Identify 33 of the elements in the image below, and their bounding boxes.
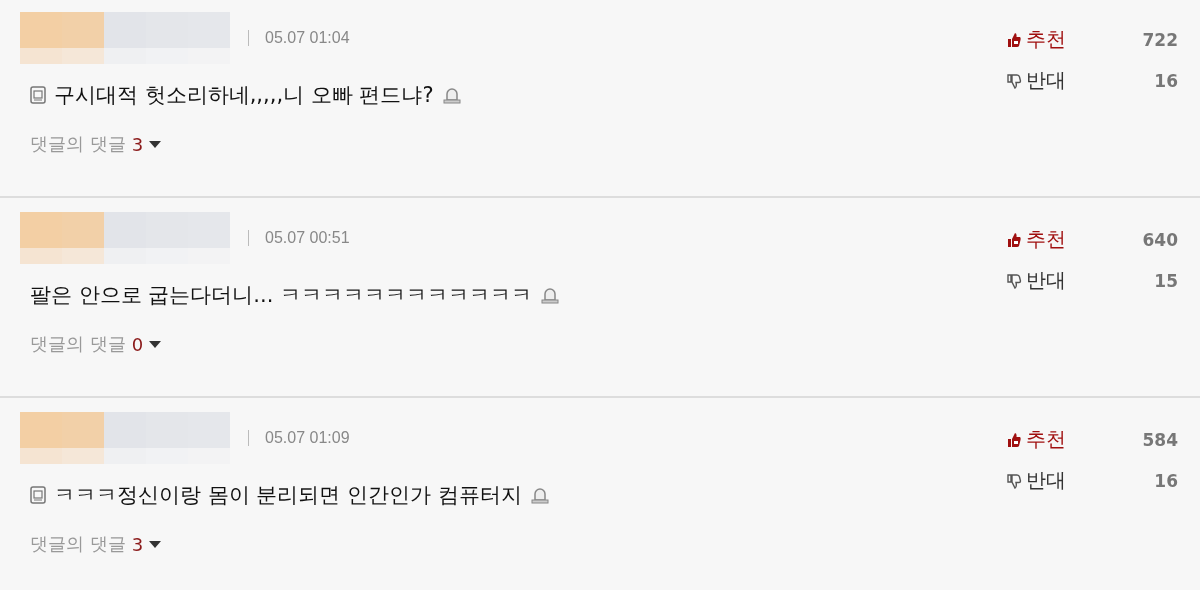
oppose-button[interactable]: 반대 [1006,467,1066,494]
thumbs-down-icon [1006,272,1022,289]
comment-date: 05.07 01:04 [265,29,350,47]
recommend-count: 640 [1142,229,1178,250]
thumbs-down-icon [1006,472,1022,489]
comment-text: 구시대적 헛소리하네,,,,,니 오빠 편드냐? [54,82,434,109]
replies-toggle[interactable]: 댓글의 댓글 0 [30,332,561,356]
caret-icon [149,140,162,148]
comment-date: 05.07 01:09 [265,429,350,447]
replies-toggle[interactable]: 댓글의 댓글 3 [30,132,462,156]
siren-icon[interactable] [529,486,550,504]
replies-toggle[interactable]: 댓글의 댓글 3 [30,532,550,556]
oppose-button[interactable]: 반대 [1006,67,1066,94]
comment-text: 팔은 안으로 굽는다더니... ㅋㅋㅋㅋㅋㅋㅋㅋㅋㅋㅋㅋ [30,282,533,309]
siren-icon[interactable] [441,86,462,104]
oppose-button[interactable]: 반대 [1006,267,1066,294]
recommend-button[interactable]: 추천 [1006,226,1066,253]
recommend-button[interactable]: 추천 [1006,26,1066,53]
thumbs-up-icon [1006,431,1022,448]
thumbs-up-icon [1006,31,1022,48]
thumbs-up-icon [1006,231,1022,248]
caret-icon [149,340,162,348]
oppose-count: 15 [1154,270,1178,291]
thumbs-down-icon [1006,72,1022,89]
siren-icon[interactable] [540,286,561,304]
oppose-count: 16 [1154,470,1178,491]
comment-date: 05.07 00:51 [265,229,350,247]
recommend-count: 722 [1142,29,1178,50]
caret-icon [149,540,162,548]
recommend-count: 584 [1142,429,1178,450]
oppose-count: 16 [1154,70,1178,91]
comment-text: ㅋㅋㅋ정신이랑 몸이 분리되면 인간인가 컴퓨터지 [54,482,522,509]
recommend-button[interactable]: 추천 [1006,426,1066,453]
